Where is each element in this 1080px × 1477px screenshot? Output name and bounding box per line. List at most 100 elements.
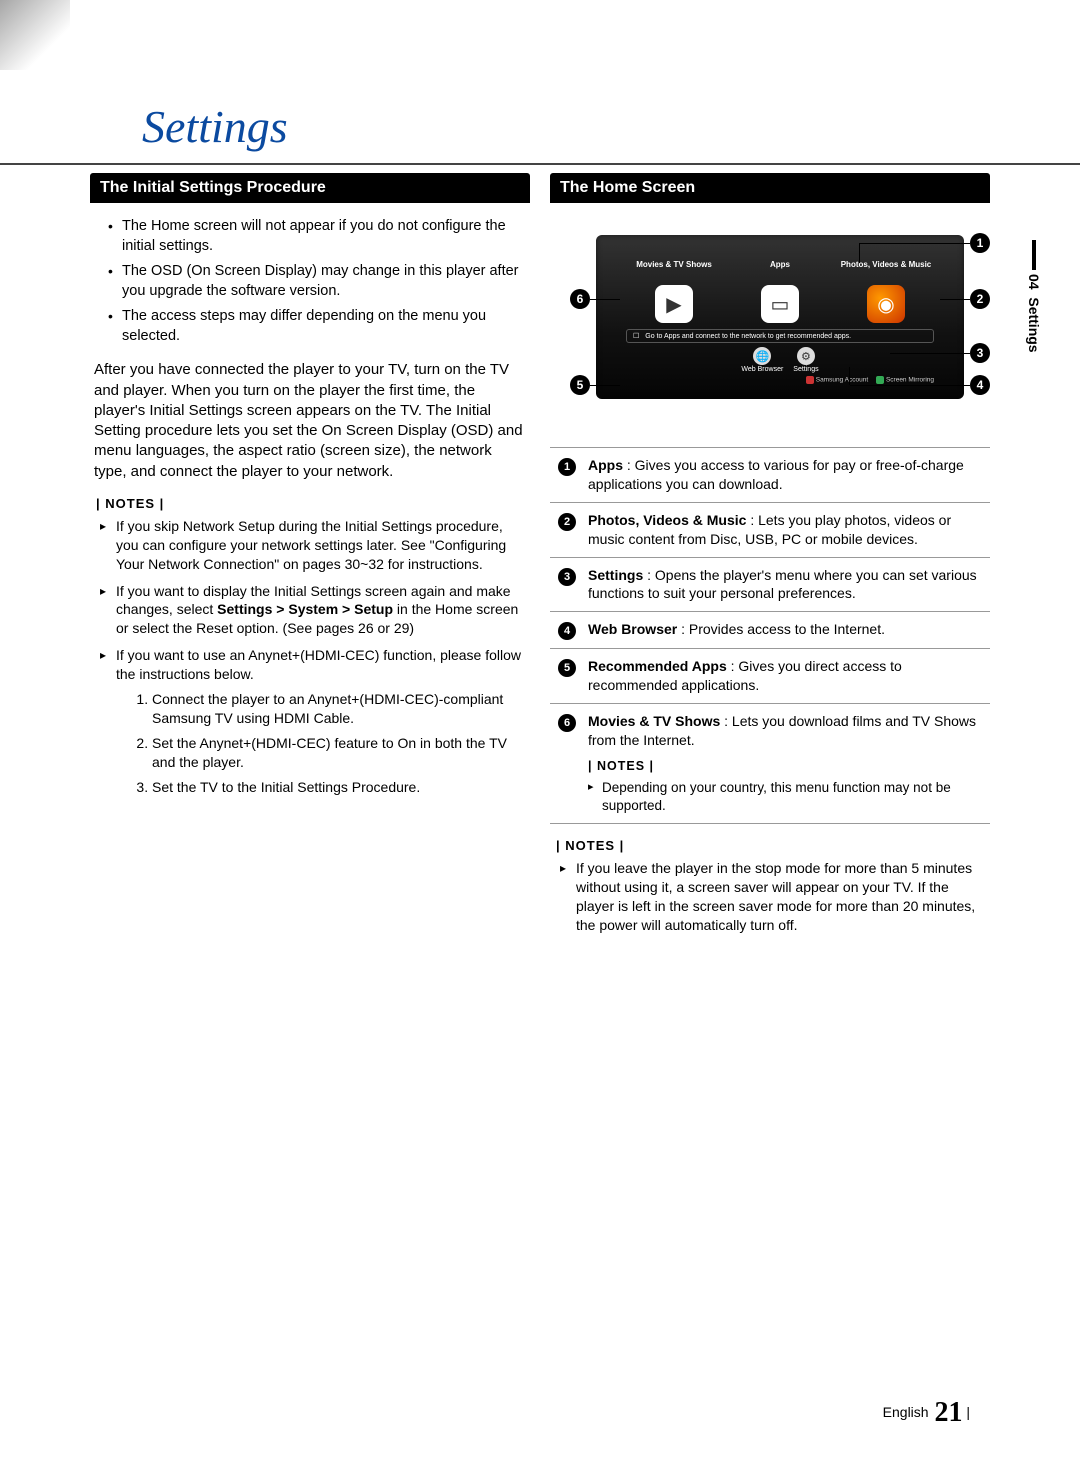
side-tab-marker: [1032, 240, 1036, 270]
notes-label: | NOTES |: [96, 496, 530, 511]
page-number: 21: [934, 1397, 962, 1428]
num-badge: 4: [558, 622, 576, 640]
sub-item: Connect the player to an Anynet+(HDMI-CE…: [152, 690, 526, 728]
tile-label: Movies & TV Shows: [626, 261, 722, 283]
note-item: If you skip Network Setup during the Ini…: [100, 517, 526, 574]
bullet-item: The OSD (On Screen Display) may change i…: [108, 262, 526, 301]
callout-text: Recommended Apps : Gives you direct acce…: [588, 657, 986, 695]
callout-bold: Settings: [588, 567, 643, 583]
small-settings: ⚙ Settings: [793, 347, 818, 373]
callout-line: [849, 367, 850, 385]
callout-number: 5: [554, 657, 580, 677]
rec-bar-text: Go to Apps and connect to the network to…: [645, 333, 851, 340]
page-content: Settings 04 Settings The Initial Setting…: [0, 0, 1080, 1477]
callout-text: Apps : Gives you access to various for p…: [588, 456, 986, 494]
tile-apps: Apps ▭: [732, 261, 828, 323]
column-left: The Initial Settings Procedure The Home …: [90, 173, 530, 943]
callout-number: 6: [554, 712, 580, 732]
tile-label: Photos, Videos & Music: [838, 261, 934, 283]
num-badge: 1: [558, 458, 576, 476]
num-badge: 5: [558, 659, 576, 677]
recommended-apps-bar: ☐ Go to Apps and connect to the network …: [626, 329, 934, 343]
note-bold: Settings > System > Setup: [217, 601, 393, 617]
notes-list-left: If you skip Network Setup during the Ini…: [90, 517, 530, 797]
table-row: 5 Recommended Apps : Gives you direct ac…: [550, 649, 990, 704]
tile-label: Apps: [732, 261, 828, 283]
callout-table: 1 Apps : Gives you access to various for…: [550, 447, 990, 824]
notes-list-right-bottom: If you leave the player in the stop mode…: [550, 859, 990, 935]
home-screen-footer: Samsung Account Screen Mirroring: [626, 376, 934, 384]
notes-label: | NOTES |: [588, 758, 986, 775]
key-a-icon: [806, 376, 814, 384]
callout-line: [860, 243, 970, 244]
callout-number: 1: [554, 456, 580, 476]
initial-settings-paragraph: After you have connected the player to y…: [90, 360, 530, 482]
callout-dot-5: 5: [570, 375, 590, 395]
callout-bold: Recommended Apps: [588, 658, 727, 674]
callout-text: Web Browser : Provides access to the Int…: [588, 620, 986, 639]
callout-bold: Web Browser: [588, 621, 677, 637]
callout-number: 4: [554, 620, 580, 640]
media-icon: ◉: [867, 285, 905, 323]
section-heading-home-screen: The Home Screen: [550, 173, 990, 203]
table-row: 2 Photos, Videos & Music : Lets you play…: [550, 503, 990, 558]
chapter-title: Settings: [90, 60, 990, 163]
callout-line: [940, 299, 970, 300]
note-item: If you want to use an Anynet+(HDMI-CEC) …: [100, 646, 526, 796]
play-icon: ▶: [655, 285, 693, 323]
callout-number: 3: [554, 566, 580, 586]
page-footer: English 21 |: [883, 1397, 970, 1429]
bullet-item: The Home screen will not appear if you d…: [108, 217, 526, 256]
side-tab-chapter-num: 04: [1026, 274, 1042, 290]
note-text: If you want to use an Anynet+(HDMI-CEC) …: [116, 647, 521, 682]
small-label: Settings: [793, 366, 818, 373]
callout-text: Photos, Videos & Music : Lets you play p…: [588, 511, 986, 549]
globe-icon: 🌐: [753, 347, 771, 365]
home-screen-tiles-row: Movies & TV Shows ▶ Apps ▭ Photos, Video…: [626, 261, 934, 323]
callout-number: 2: [554, 511, 580, 531]
side-tab-label: Settings: [1026, 297, 1042, 352]
callout-line: [859, 243, 860, 263]
callout-text: Movies & TV Shows : Lets you download fi…: [588, 712, 986, 815]
key-b-label: Screen Mirroring: [886, 377, 934, 384]
small-label: Web Browser: [741, 366, 783, 373]
tile-photos-videos-music: Photos, Videos & Music ◉: [838, 261, 934, 323]
key-b-icon: [876, 376, 884, 384]
callout-dot-4: 4: [970, 375, 990, 395]
small-web-browser: 🌐 Web Browser: [741, 347, 783, 373]
callout-dot-3: 3: [970, 343, 990, 363]
callout-rest: : Provides access to the Internet.: [677, 621, 885, 637]
table-row: 4 Web Browser : Provides access to the I…: [550, 612, 990, 649]
home-screen-diagram: Movies & TV Shows ▶ Apps ▭ Photos, Video…: [578, 217, 982, 417]
callout-rest: : Opens the player's menu where you can …: [588, 567, 977, 602]
callout-dot-1: 1: [970, 233, 990, 253]
rec-bar-icon: ☐: [633, 332, 639, 340]
callout-dot-6: 6: [570, 289, 590, 309]
num-badge: 6: [558, 714, 576, 732]
callout-line: [850, 385, 970, 386]
callout-bold: Apps: [588, 457, 623, 473]
sub-item: Set the Anynet+(HDMI-CEC) feature to On …: [152, 734, 526, 772]
callout-text: Settings : Opens the player's menu where…: [588, 566, 986, 604]
table-row: 3 Settings : Opens the player's menu whe…: [550, 558, 990, 613]
footer-language: English: [883, 1404, 929, 1420]
callout-line: [590, 385, 620, 386]
note-item: Depending on your country, this menu fun…: [588, 779, 986, 815]
apps-icon: ▭: [761, 285, 799, 323]
side-tab: 04 Settings: [1026, 240, 1042, 353]
callout-line: [890, 353, 970, 354]
notes-label: | NOTES |: [556, 838, 990, 853]
table-row: 1 Apps : Gives you access to various for…: [550, 448, 990, 503]
callout-bold: Movies & TV Shows: [588, 713, 720, 729]
note-sublist: Connect the player to an Anynet+(HDMI-CE…: [116, 690, 526, 796]
tile-movies-tv: Movies & TV Shows ▶: [626, 261, 722, 323]
column-right: The Home Screen Movies & TV Shows ▶ Apps…: [550, 173, 990, 943]
side-tab-text: 04 Settings: [1026, 274, 1042, 353]
key-a-label: Samsung Account: [816, 377, 868, 384]
home-screen-box: Movies & TV Shows ▶ Apps ▭ Photos, Video…: [596, 235, 964, 399]
footer-pipe: |: [966, 1404, 970, 1420]
initial-settings-bullets: The Home screen will not appear if you d…: [90, 217, 530, 346]
num-badge: 2: [558, 513, 576, 531]
table-row: 6 Movies & TV Shows : Lets you download …: [550, 704, 990, 824]
two-column-layout: The Initial Settings Procedure The Home …: [90, 171, 990, 943]
